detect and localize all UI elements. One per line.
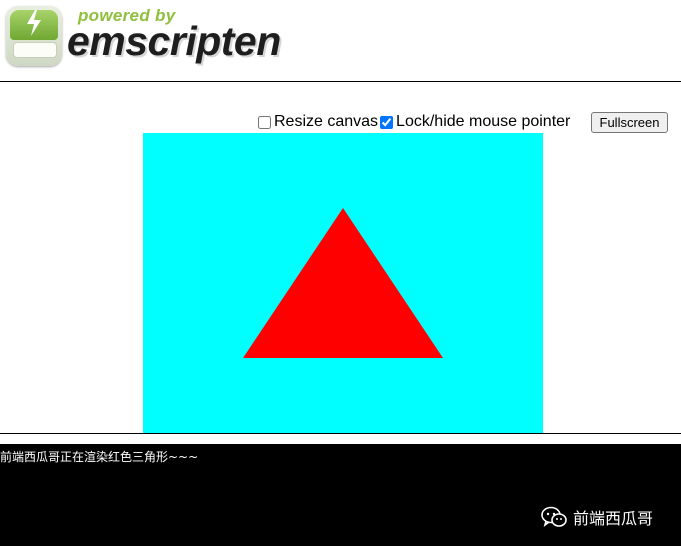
fullscreen-button[interactable]: Fullscreen xyxy=(591,112,668,133)
lock-pointer-checkbox[interactable] xyxy=(380,115,394,129)
canvas-controls: Resize canvas Lock/hide mouse pointer xyxy=(256,112,570,132)
top-divider xyxy=(0,81,681,82)
bottom-divider xyxy=(0,433,681,434)
lock-pointer-option[interactable]: Lock/hide mouse pointer xyxy=(378,113,570,131)
wechat-icon xyxy=(541,506,567,527)
resize-canvas-label: Resize canvas xyxy=(274,113,379,130)
emscripten-logo-icon xyxy=(6,6,62,66)
resize-canvas-option[interactable]: Resize canvas xyxy=(256,113,378,131)
lock-pointer-label: Lock/hide mouse pointer xyxy=(396,113,571,130)
header: powered by emscripten xyxy=(0,0,681,82)
watermark-text: 前端西瓜哥 xyxy=(573,509,654,528)
resize-canvas-checkbox[interactable] xyxy=(258,115,271,129)
watermark: 前端西瓜哥 xyxy=(541,505,653,529)
console-line: 前端西瓜哥正在渲染红色三角形~~~ xyxy=(0,450,199,464)
brand-name: emscripten xyxy=(67,18,281,64)
canvas-drawing xyxy=(143,133,543,433)
render-canvas[interactable] xyxy=(143,133,543,433)
console-output: 前端西瓜哥正在渲染红色三角形~~~ 前端西瓜哥 xyxy=(0,444,681,546)
